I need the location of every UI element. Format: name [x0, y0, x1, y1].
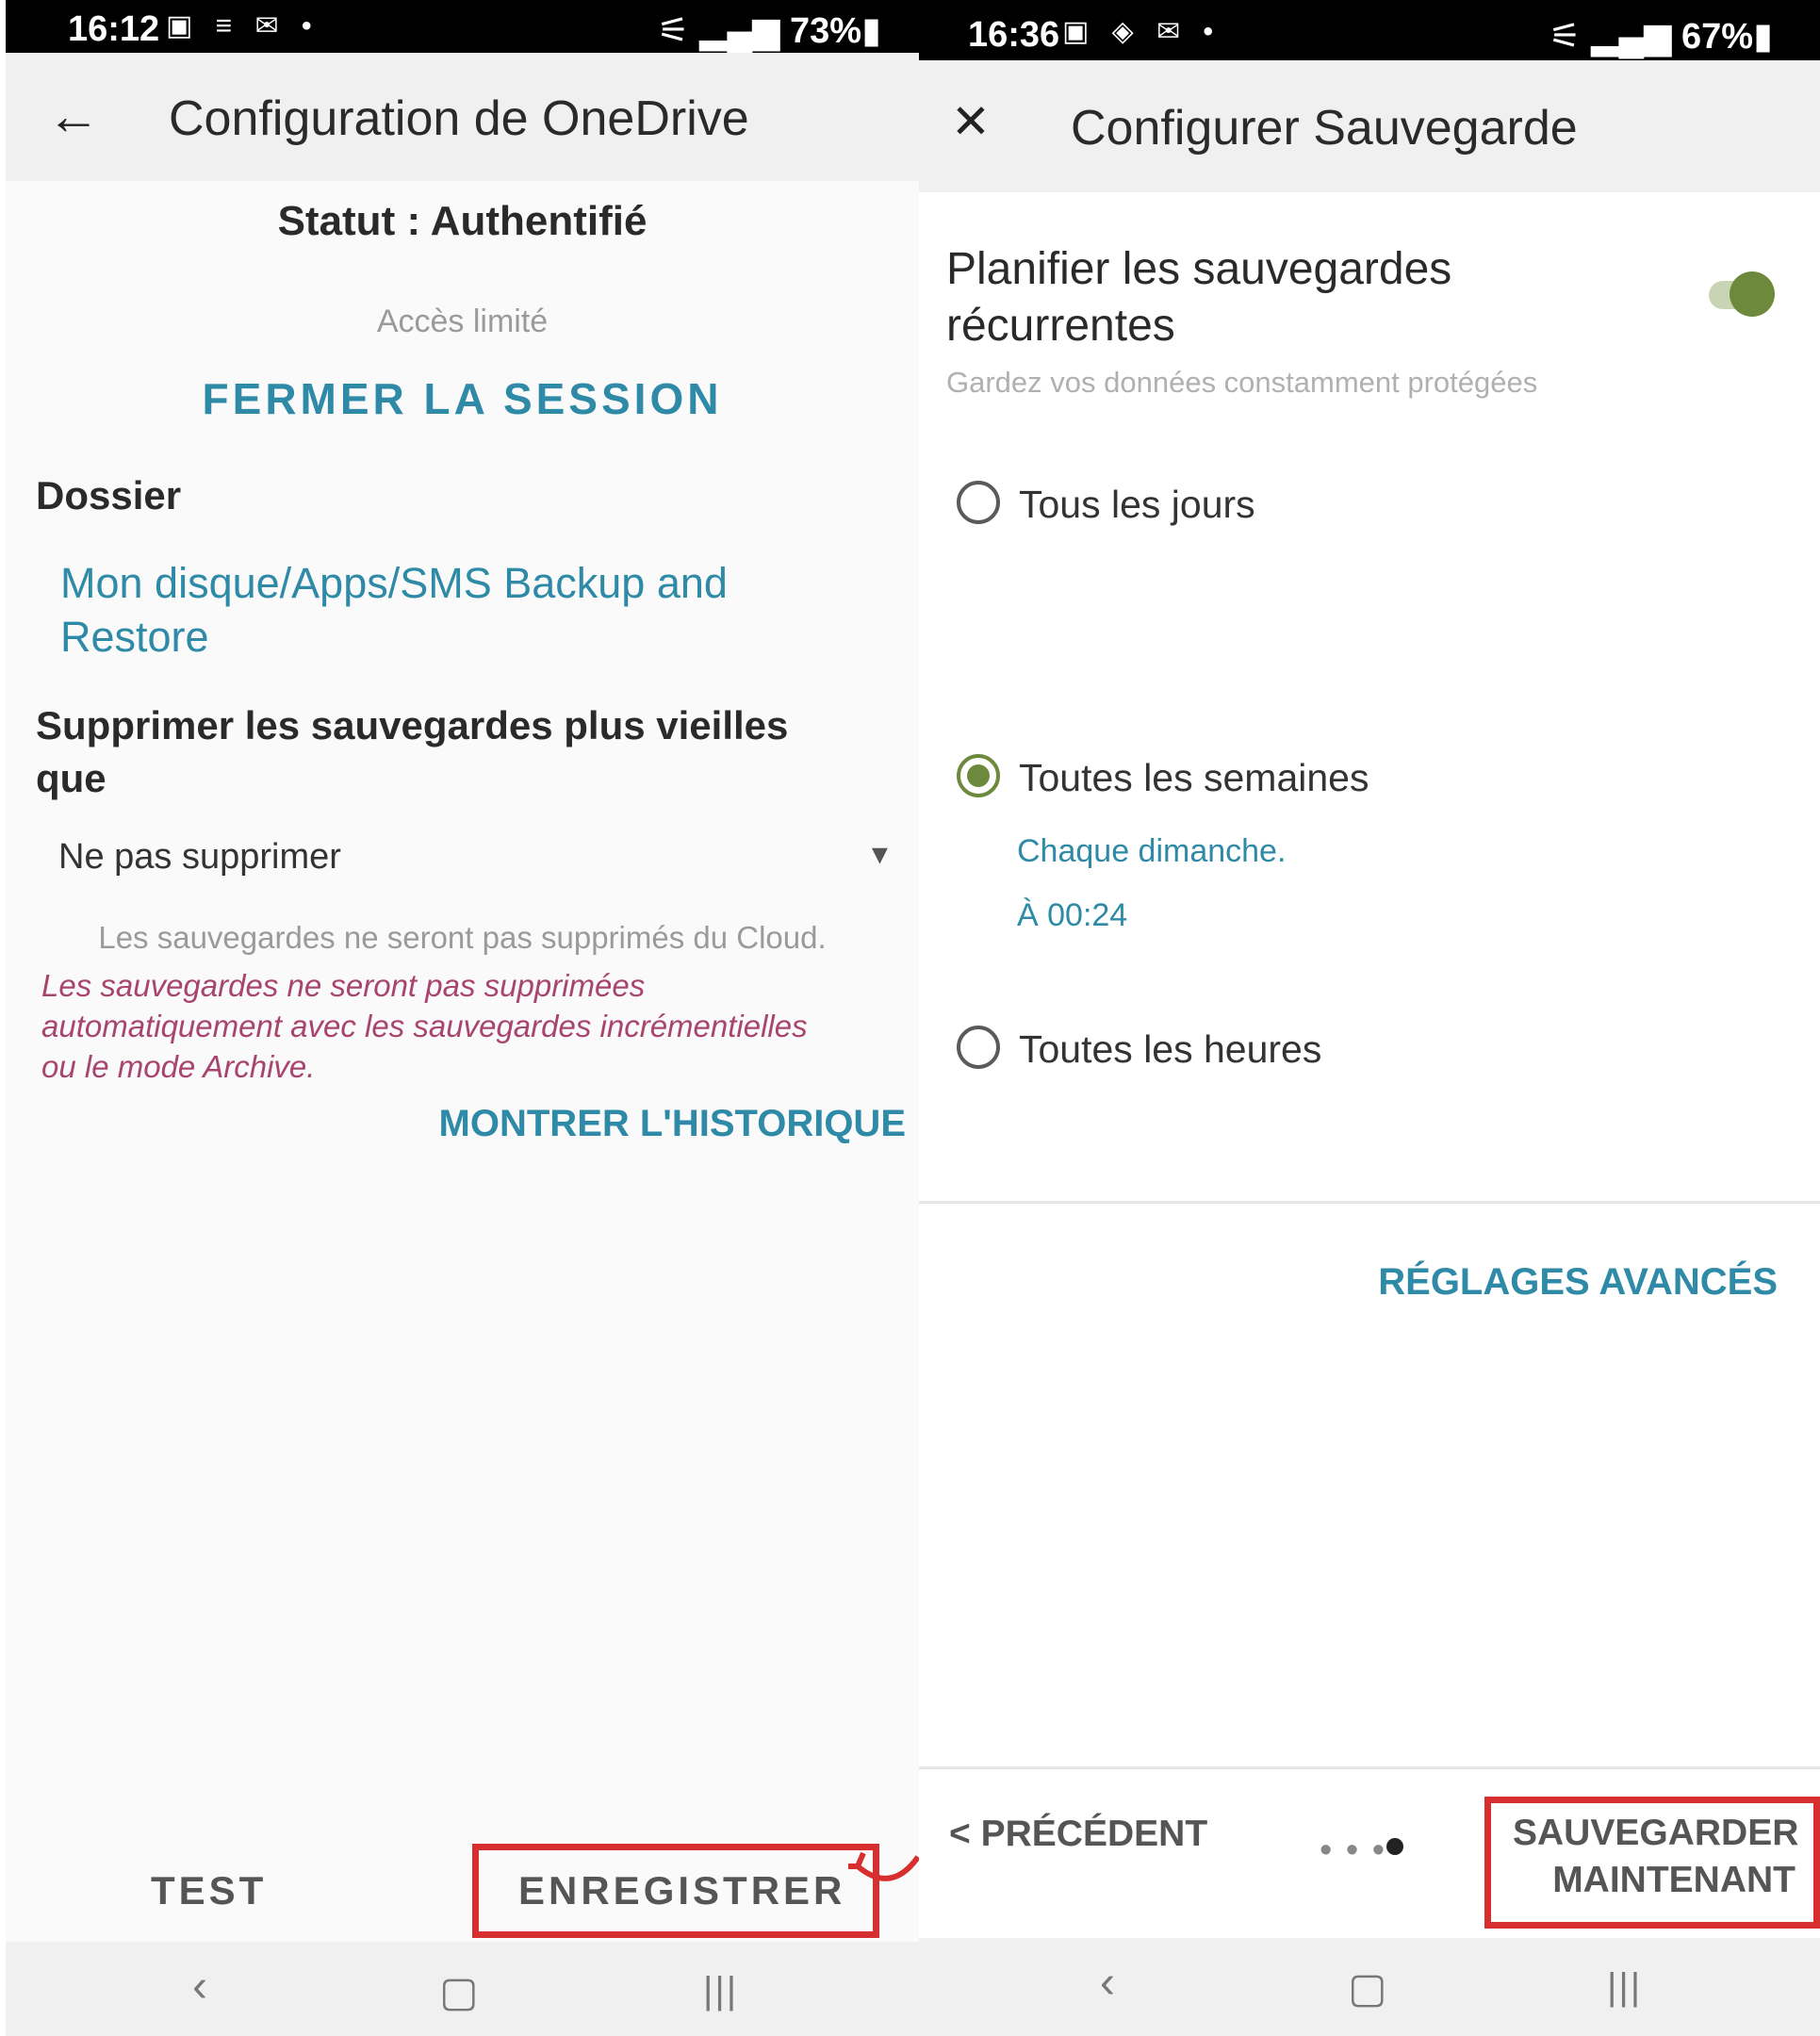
nav-recents-icon[interactable]: ||| [703, 1970, 738, 2012]
signal-battery-indicator: ⚟ ▂▄▆ 67%▮ [1549, 17, 1773, 57]
schedule-subtitle: Gardez vos données constamment protégées [946, 366, 1538, 399]
backup-setup-screen: 16:36 ▣ ◈ ✉ • ⚟ ▂▄▆ 67%▮ ✕ Configurer Sa… [919, 0, 1820, 2036]
status-time: 16:36 [968, 15, 1060, 55]
onedrive-config-screen: 16:12 ▣ ≡ ✉ • ⚟ ▂▄▆ 73%▮ ← Configuration… [6, 0, 919, 2036]
dropdown-caret-icon: ▾ [871, 836, 888, 872]
folder-path-link[interactable]: Mon disque/Apps/SMS Backup and Restore [60, 556, 728, 664]
app-bar: ← Configuration de OneDrive [6, 53, 919, 181]
notification-icons: ▣ ≡ ✉ • [166, 10, 320, 41]
folder-path-line: Mon disque/Apps/SMS Backup and [60, 559, 728, 607]
incremental-warning: Les sauvegardes ne seront pas supprimées… [41, 965, 808, 1087]
page-title: Configurer Sauvegarde [1071, 101, 1578, 156]
heading-line: que [36, 756, 107, 800]
show-history-button[interactable]: MONTRER L'HISTORIQUE [439, 1103, 906, 1145]
nav-recents-icon[interactable]: ||| [1607, 1966, 1642, 2009]
schedule-title-line: récurrentes [946, 301, 1175, 351]
highlight-box [472, 1844, 879, 1938]
radio-option-weekly[interactable]: Toutes les semaines [957, 754, 1616, 811]
access-level: Accès limité [376, 304, 549, 339]
warning-line: automatiquement avec les sauvegardes inc… [41, 1009, 808, 1043]
folder-heading: Dossier [36, 473, 182, 517]
radio-label: Toutes les heures [1019, 1027, 1322, 1071]
delete-older-heading: Supprimer les sauvegardes plus vieilles … [36, 699, 788, 805]
weekly-time-link[interactable]: À 00:24 [1017, 897, 1127, 934]
app-bar: ✕ Configurer Sauvegarde [919, 60, 1820, 192]
dropdown-value: Ne pas supprimer [58, 837, 341, 877]
radio-option-hourly[interactable]: Toutes les heures [957, 1026, 1616, 1082]
radio-checked-icon [957, 754, 1000, 797]
warning-line: Les sauvegardes ne seront pas supprimées [41, 968, 646, 1003]
active-step-dot [1386, 1838, 1403, 1855]
system-nav-bar: ‹ ▢ ||| [6, 1942, 919, 2036]
radio-unchecked-icon [957, 1026, 1000, 1069]
radio-option-daily[interactable]: Tous les jours [957, 481, 1616, 537]
highlight-box [1484, 1797, 1820, 1929]
radio-label: Tous les jours [1019, 483, 1255, 526]
status-time: 16:12 [68, 9, 160, 49]
back-arrow-icon[interactable]: ← [47, 85, 100, 146]
close-icon[interactable]: ✕ [951, 94, 991, 149]
schedule-toggle[interactable] [1709, 271, 1775, 317]
divider [919, 1201, 1820, 1204]
auth-status: Statut : Authentifié [277, 198, 648, 244]
weekly-day-link[interactable]: Chaque dimanche. [1017, 833, 1286, 870]
heading-line: Supprimer les sauvegardes plus vieilles [36, 703, 789, 747]
nav-home-icon[interactable]: ▢ [439, 1968, 479, 2016]
previous-button[interactable]: < PRÉCÉDENT [949, 1814, 1207, 1855]
notification-icons: ▣ ◈ ✉ • [1062, 16, 1222, 47]
radio-unchecked-icon [957, 481, 1000, 524]
warning-line: ou le mode Archive. [41, 1049, 316, 1084]
test-button[interactable]: TEST [151, 1868, 267, 1913]
status-bar: 16:12 ▣ ≡ ✉ • ⚟ ▂▄▆ 73%▮ [6, 0, 919, 53]
delete-policy-dropdown[interactable]: Ne pas supprimer ▾ [58, 836, 888, 890]
nav-back-icon[interactable]: ‹ [1100, 1957, 1115, 2009]
nav-home-icon[interactable]: ▢ [1348, 1964, 1387, 2012]
schedule-title: Planifier les sauvegardes récurrentes [946, 241, 1451, 354]
schedule-title-line: Planifier les sauvegardes [946, 244, 1452, 294]
advanced-settings-button[interactable]: RÉGLAGES AVANCÉS [1378, 1261, 1778, 1304]
divider [919, 1766, 1820, 1769]
cloud-note: Les sauvegardes ne seront pas supprimés … [98, 920, 827, 955]
step-indicator: • • • [1320, 1831, 1387, 1870]
status-bar: 16:36 ▣ ◈ ✉ • ⚟ ▂▄▆ 67%▮ [919, 0, 1820, 60]
system-nav-bar: ‹ ▢ ||| [919, 1938, 1820, 2036]
folder-path-line: Restore [60, 613, 209, 661]
nav-back-icon[interactable]: ‹ [192, 1961, 207, 2012]
page-title: Configuration de OneDrive [169, 91, 749, 146]
toggle-knob [1730, 271, 1775, 317]
pointer-arrow-icon [848, 1851, 919, 1881]
radio-label: Toutes les semaines [1019, 756, 1369, 799]
signal-battery-indicator: ⚟ ▂▄▆ 73%▮ [657, 11, 881, 51]
logout-button[interactable]: FERMER LA SESSION [6, 373, 919, 424]
